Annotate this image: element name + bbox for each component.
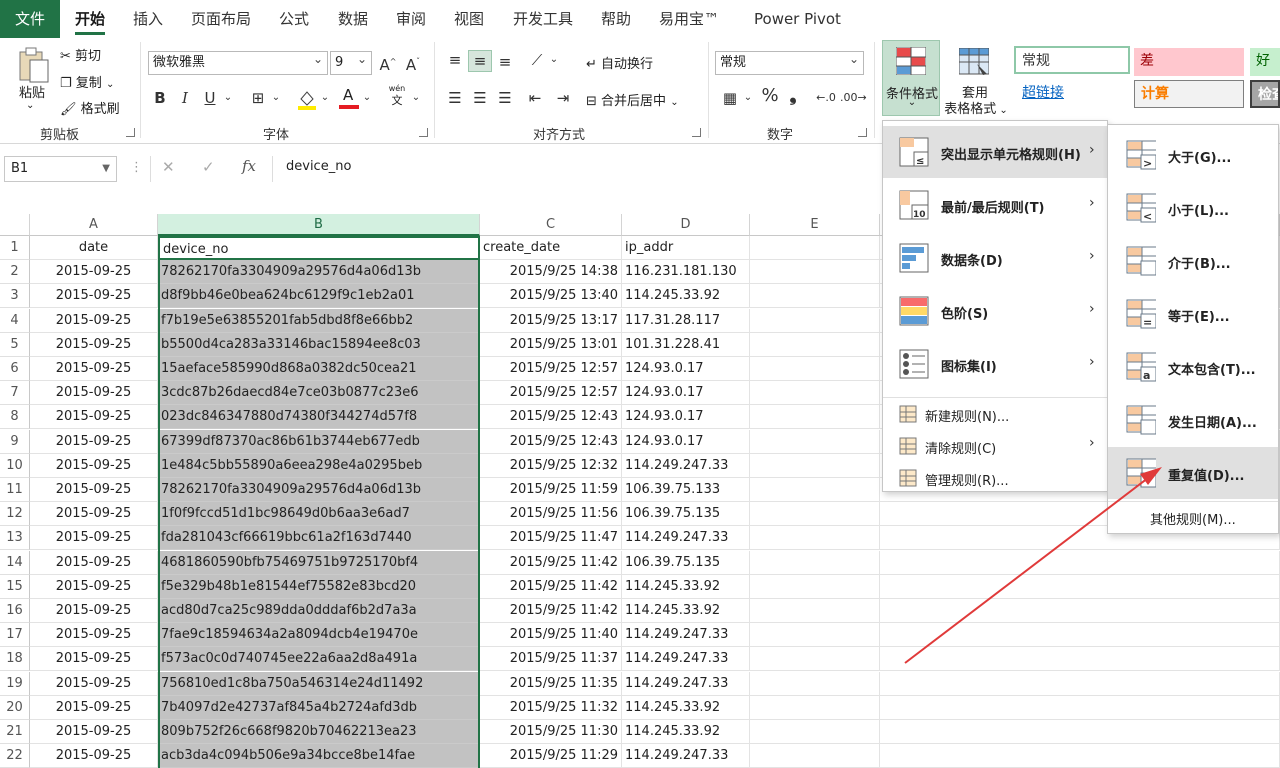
- excel-window: 文件 开始 插入 页面布局 公式 数据 审阅 视图 开发工具 帮助 易用宝™ P…: [0, 0, 1280, 768]
- annotation-arrow: [904, 467, 1162, 664]
